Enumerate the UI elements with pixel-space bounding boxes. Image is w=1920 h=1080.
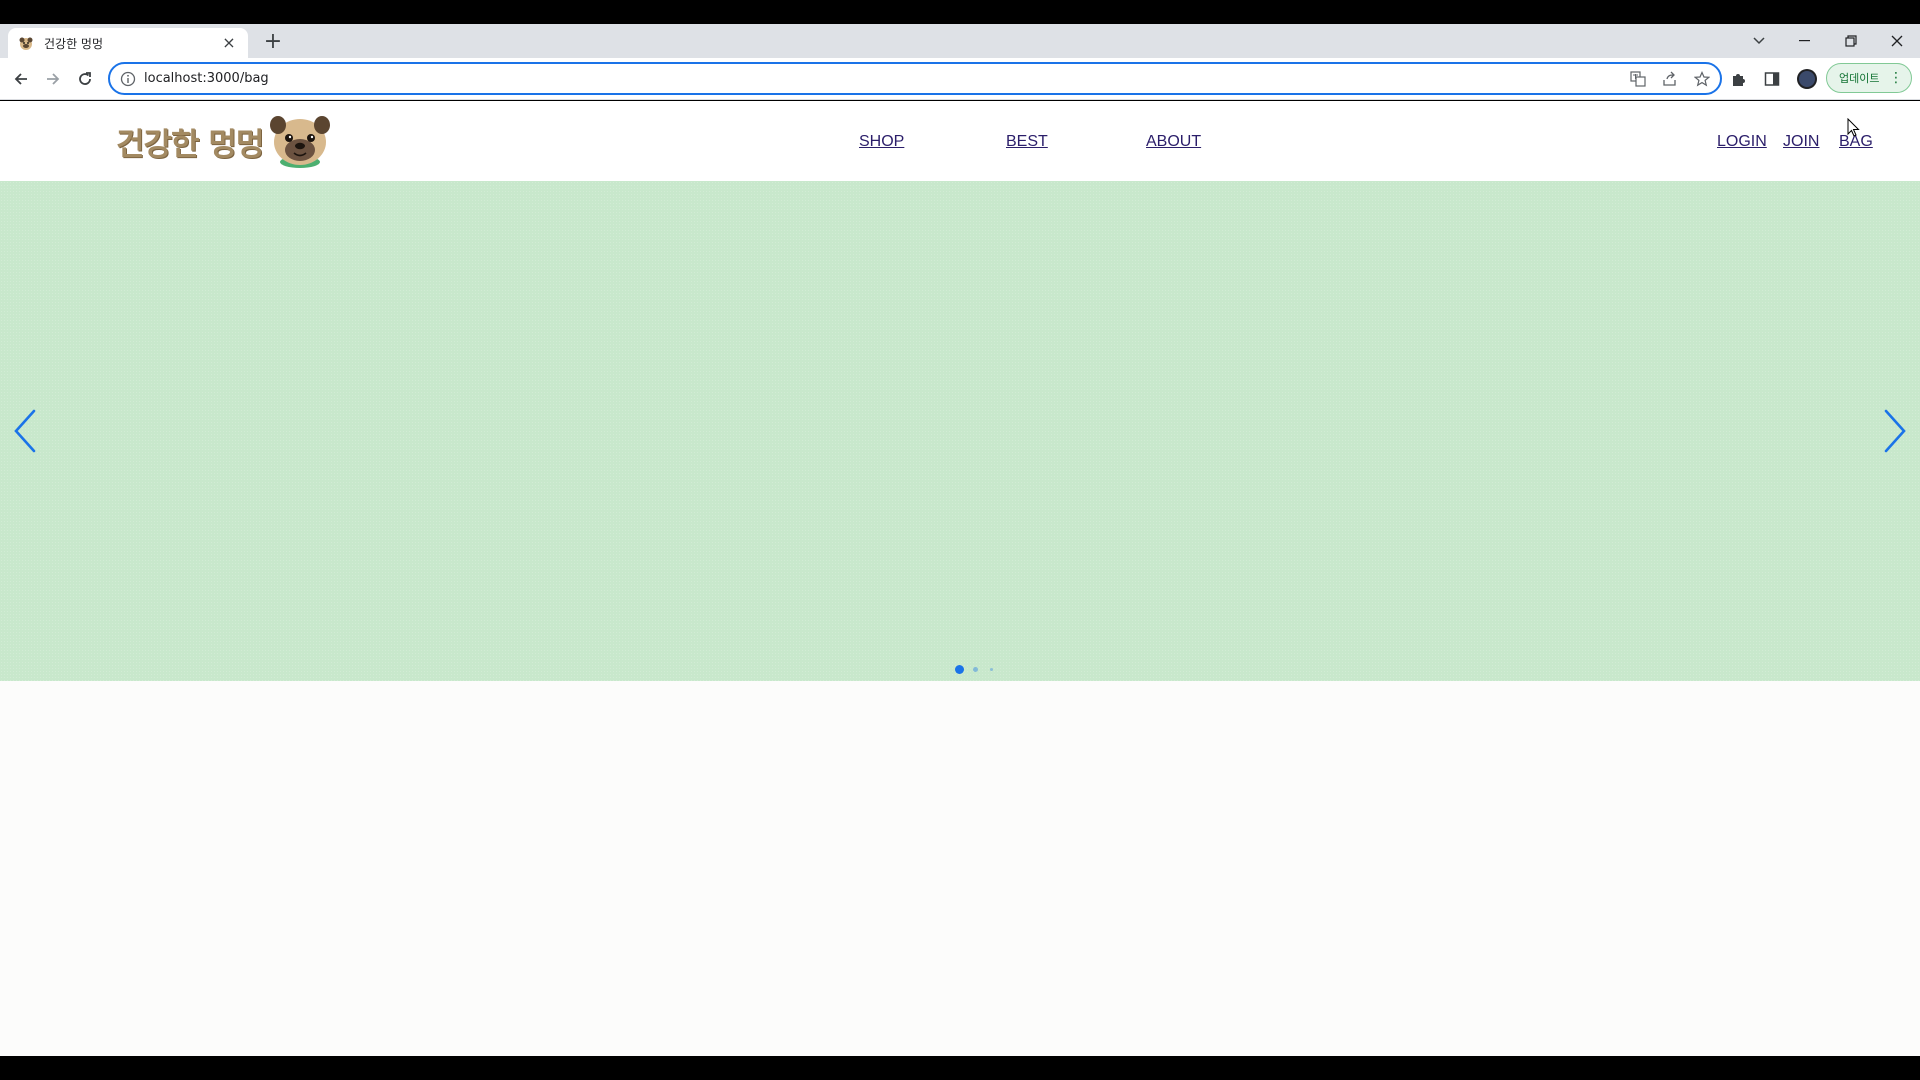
share-icon[interactable] [1656,65,1684,93]
forward-icon[interactable] [40,66,66,92]
star-icon[interactable] [1688,65,1716,93]
update-button[interactable]: 업데이트 ⋮ [1826,63,1912,93]
side-panel-icon[interactable] [1764,64,1780,94]
minimize-icon[interactable] [1782,24,1828,58]
dog-favicon-icon [18,35,34,51]
back-icon[interactable] [8,66,34,92]
tab-close-icon[interactable]: × [220,35,238,51]
restore-icon[interactable] [1828,24,1874,58]
tab-title: 건강한 멍멍 [44,36,104,51]
hero-slider [0,181,1920,681]
address-bar[interactable]: localhost:3000/bag [108,62,1722,95]
info-icon[interactable] [120,71,136,87]
user-nav: LOGIN JOIN BAG [0,133,1920,153]
slider-pagination [0,665,1920,675]
new-tab-button[interactable]: + [260,30,286,56]
update-label: 업데이트 [1839,72,1880,85]
slider-dot-1[interactable] [955,665,964,674]
screen: 건강한 멍멍 × + localhost:3000/bag 업데이트 ⋮ 건강한… [0,0,1920,1080]
extensions-icon[interactable] [1730,64,1748,94]
url-text: localhost:3000/bag [144,71,269,86]
reload-icon[interactable] [72,66,98,92]
page-viewport: 건강한 멍멍 SHOP BEST ABOUT LOGIN JOIN BAG [0,101,1920,1056]
profile-avatar[interactable] [1796,64,1818,94]
bottom-bar [0,1056,1920,1080]
slider-next-icon[interactable] [1880,407,1910,455]
slider-prev-icon[interactable] [10,407,40,455]
slider-dot-3[interactable] [990,668,993,671]
close-window-icon[interactable] [1874,24,1920,58]
slider-dot-2[interactable] [973,667,978,672]
translate-icon[interactable] [1624,65,1652,93]
nav-join[interactable]: JOIN [1783,133,1819,151]
browser-toolbar: localhost:3000/bag 업데이트 ⋮ [0,58,1920,100]
site-header: 건강한 멍멍 SHOP BEST ABOUT LOGIN JOIN BAG [0,101,1920,181]
tab-search-icon[interactable] [1736,24,1782,58]
mouse-cursor-icon [1847,117,1861,138]
nav-login[interactable]: LOGIN [1717,133,1767,151]
menu-icon[interactable]: ⋮ [1889,70,1903,86]
browser-tab[interactable]: 건강한 멍멍 × [8,28,248,58]
tab-strip: 건강한 멍멍 × + [0,24,1920,58]
